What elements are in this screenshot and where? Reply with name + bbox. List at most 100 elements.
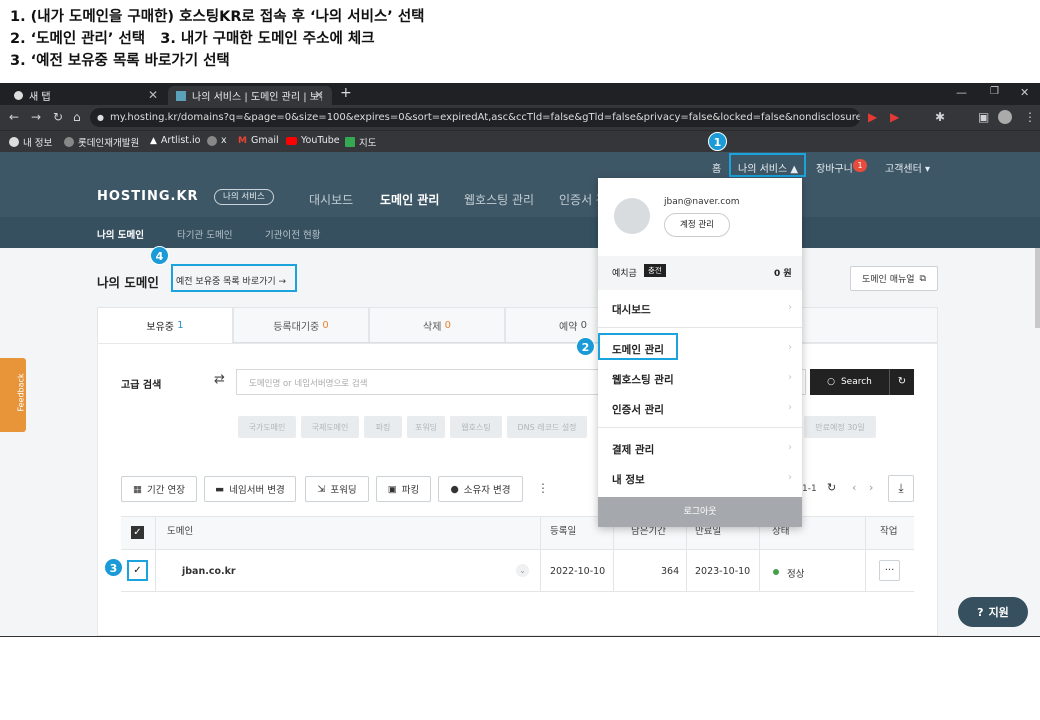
home-icon[interactable]: ⌂	[73, 110, 81, 124]
subnav-other-domain[interactable]: 타기관 도메인	[177, 227, 232, 241]
tab-count: 1	[177, 320, 184, 331]
download-button[interactable]: ⤓	[888, 475, 914, 502]
tab-count: 0	[322, 319, 329, 331]
prev-page-icon[interactable]: ‹	[852, 481, 856, 494]
more-actions-icon[interactable]: ⋮	[537, 481, 549, 495]
charge-badge[interactable]: 충전	[644, 264, 666, 277]
sidepanel-icon[interactable]: ▣	[978, 110, 989, 124]
bookmark-item[interactable]: x	[207, 135, 227, 146]
instruction-line-1: 1. (내가 도메인을 구매한) 호스팅KR로 접속 후 ‘나의 서비스’ 선택	[10, 9, 425, 25]
col-action: 작업	[880, 526, 898, 537]
subnav-my-domain[interactable]: 나의 도메인	[97, 227, 144, 241]
site-logo[interactable]: HOSTING.KR	[97, 189, 199, 204]
dropdown-billing[interactable]: 결제 관리	[612, 442, 654, 457]
forwarding-button[interactable]: ⇲ 포워딩	[305, 476, 369, 502]
bookmark-item[interactable]: M Gmail	[238, 135, 279, 146]
bookmark-item[interactable]: 지도	[345, 135, 376, 149]
account-manage-button[interactable]: 계정 관리	[664, 213, 730, 237]
globe-icon	[64, 137, 74, 147]
col-domain[interactable]: 도메인	[167, 523, 193, 537]
old-list-link[interactable]: 예전 보유중 목록 바로가기 →	[176, 274, 286, 287]
browser-tab-newtab[interactable]: 새 탭 ✕	[6, 86, 166, 105]
reload-icon[interactable]: ↻	[53, 110, 63, 124]
window-close-icon[interactable]: ✕	[1020, 86, 1029, 99]
browser-screenshot: 새 탭 ✕ 나의 서비스 | 도메인 관리 | 보유 ✕ + — ❐ ✕ ← →…	[0, 83, 1040, 636]
restore-icon[interactable]: ❐	[990, 86, 999, 97]
lock-icon: ●	[97, 113, 104, 122]
search-button[interactable]: ○ Search	[810, 369, 889, 395]
dropdown-my-info[interactable]: 내 정보	[612, 472, 645, 487]
row-more-button[interactable]: ···	[879, 560, 900, 581]
logout-button[interactable]: 로그아웃	[598, 497, 802, 527]
bookmark-item[interactable]: YouTube	[286, 135, 340, 146]
change-owner-button[interactable]: ● 소유자 변경	[438, 476, 523, 502]
extensions-puzzle-icon[interactable]: ✱	[935, 110, 945, 124]
nav-domain-manage[interactable]: 도메인 관리	[380, 191, 439, 208]
tab-count: 0	[444, 319, 451, 331]
home-link[interactable]: 홈	[712, 160, 721, 175]
dropdown-dashboard[interactable]: 대시보드	[612, 302, 651, 317]
extend-period-button[interactable]: ▦ 기간 연장	[121, 476, 197, 502]
support-link[interactable]: 고객센터 ▾	[885, 160, 930, 175]
cart-link[interactable]: 장바구니	[816, 160, 853, 175]
extension-red-icon[interactable]: ▶	[868, 110, 877, 124]
filter-chip[interactable]: 포워딩	[407, 416, 445, 438]
step-marker-1: 1	[708, 132, 727, 151]
profile-avatar[interactable]	[998, 110, 1012, 124]
select-all-checkbox[interactable]: ✓	[131, 526, 144, 539]
close-tab-icon[interactable]: ✕	[314, 88, 324, 102]
col-registered[interactable]: 등록일	[550, 523, 576, 537]
tab-deleted[interactable]: 삭제 0	[369, 307, 505, 343]
parking-button[interactable]: ▣ 파킹	[376, 476, 431, 502]
filter-chip[interactable]: DNS 레코드 설정	[507, 416, 587, 438]
support-button[interactable]: ? 지원	[958, 597, 1028, 627]
bookmark-item[interactable]: ▲ Artlist.io	[150, 135, 200, 146]
screenshot-bottom-border	[0, 636, 1040, 637]
dropdown-certificate[interactable]: 인증서 관리	[612, 402, 664, 417]
reset-search-button[interactable]: ↻	[889, 369, 914, 395]
hosting-favicon-icon	[176, 90, 186, 101]
tab-pending[interactable]: 등록대기중 0	[233, 307, 369, 343]
filter-chip[interactable]: 파킹	[364, 416, 402, 438]
dropdown-domain-manage[interactable]: 도메인 관리	[612, 342, 664, 357]
forward-icon[interactable]: →	[31, 110, 41, 124]
url-field[interactable]: ● my.hosting.kr/domains?q=&page=0&size=1…	[90, 108, 860, 127]
back-icon[interactable]: ←	[9, 110, 19, 124]
expand-row-icon[interactable]: ⌄	[516, 564, 529, 577]
close-tab-icon[interactable]: ✕	[148, 88, 158, 102]
help-icon: ?	[977, 605, 984, 619]
next-page-icon[interactable]: ›	[869, 481, 873, 494]
tab-label: 예약	[559, 321, 578, 333]
minimize-icon[interactable]: —	[956, 86, 967, 99]
deposit-label: 예치금	[612, 269, 637, 279]
filter-chip[interactable]: 웹호스팅	[450, 416, 502, 438]
my-service-link[interactable]: 나의 서비스 ▲	[738, 160, 798, 175]
chevron-right-icon: ›	[788, 472, 792, 483]
cell-domain[interactable]: jban.co.kr	[182, 566, 236, 577]
cell-expires: 2023-10-10	[695, 566, 751, 577]
extension-red2-icon[interactable]: ▶	[890, 110, 899, 124]
browser-tab-active[interactable]: 나의 서비스 | 도메인 관리 | 보유 ✕	[168, 86, 332, 105]
filter-chip[interactable]: 국제도메인	[301, 416, 359, 438]
menu-dots-icon[interactable]: ⋮	[1024, 110, 1036, 124]
tab-label: 보유중	[146, 322, 175, 333]
refresh-icon[interactable]: ↻	[827, 481, 836, 494]
change-nameserver-button[interactable]: ▬ 네임서버 변경	[204, 476, 296, 502]
subnav-transfer-status[interactable]: 기관이전 현황	[265, 227, 320, 241]
tab-owned[interactable]: 보유중 1	[97, 307, 233, 343]
scrollbar-thumb[interactable]	[1035, 248, 1040, 328]
swap-icon[interactable]: ⇄	[214, 372, 225, 387]
filter-chip[interactable]: 국가도메인	[238, 416, 296, 438]
logo-badge: 나의 서비스	[214, 189, 274, 205]
bookmark-item[interactable]: 롯데인재개발원	[64, 135, 139, 149]
domain-manual-button[interactable]: 도메인 매뉴얼 ⧉	[850, 266, 938, 291]
calendar-icon: ▦	[133, 483, 142, 495]
bookmark-item[interactable]: 내 정보	[9, 135, 52, 149]
feedback-tab[interactable]: Feedback	[0, 358, 26, 432]
filter-chip[interactable]: 만료예정 30일	[804, 416, 876, 438]
nav-dashboard[interactable]: 대시보드	[309, 191, 353, 208]
new-tab-icon[interactable]: +	[340, 85, 352, 101]
row-checkbox[interactable]: ✓	[127, 560, 148, 581]
dropdown-webhosting[interactable]: 웹호스팅 관리	[612, 372, 674, 387]
nav-webhosting[interactable]: 웹호스팅 관리	[464, 191, 534, 208]
